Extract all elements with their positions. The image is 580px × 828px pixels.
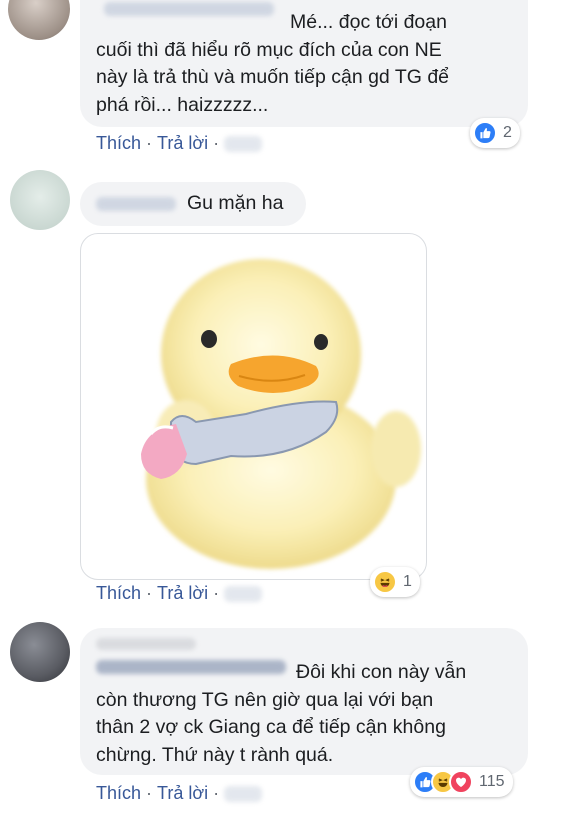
- separator: ·: [146, 583, 153, 603]
- like-link[interactable]: Thích: [96, 583, 141, 604]
- reply-link[interactable]: Trả lời: [157, 133, 208, 154]
- comment-text: Đôi khi con này vẫn còn thương TG nên gi…: [96, 661, 467, 766]
- reaction-count: 2: [503, 124, 512, 141]
- timestamp-blurred[interactable]: [224, 785, 263, 802]
- haha-icon: [373, 570, 397, 594]
- reaction-count: 1: [403, 573, 412, 590]
- reaction-count: 115: [479, 773, 505, 790]
- reaction-summary[interactable]: 115: [410, 767, 513, 797]
- top-fan-badge-blurred: [96, 638, 196, 650]
- reply-link[interactable]: Trả lời: [157, 583, 208, 604]
- separator: ·: [213, 583, 220, 603]
- timestamp-blurred[interactable]: [224, 585, 263, 602]
- like-icon: [473, 121, 497, 145]
- commenter-name-blurred[interactable]: [96, 197, 176, 211]
- separator: ·: [146, 133, 153, 153]
- commenter-avatar[interactable]: [10, 170, 70, 230]
- commenter-avatar[interactable]: [10, 622, 70, 682]
- reply-link[interactable]: Trả lời: [157, 783, 208, 804]
- commenter-avatar[interactable]: [8, 0, 70, 40]
- comment-text: Mé... đọc tới đoạn cuối thì đã hiểu rõ m…: [96, 11, 450, 116]
- timestamp-blurred[interactable]: [224, 135, 263, 152]
- separator: ·: [213, 783, 220, 803]
- reaction-summary[interactable]: 1: [370, 567, 420, 597]
- like-link[interactable]: Thích: [96, 783, 141, 804]
- duck-with-knife-sticker[interactable]: [80, 233, 427, 580]
- comment-actions: Thích · Trả lời ·: [96, 133, 263, 154]
- comment-text: Gu mặn ha: [187, 192, 284, 214]
- separator: ·: [213, 133, 220, 153]
- love-icon: [449, 770, 473, 794]
- comment-actions: Thích · Trả lời ·: [96, 583, 263, 604]
- comment-actions: Thích · Trả lời ·: [96, 783, 263, 804]
- separator: ·: [146, 783, 153, 803]
- reaction-summary[interactable]: 2: [470, 118, 520, 148]
- like-link[interactable]: Thích: [96, 133, 141, 154]
